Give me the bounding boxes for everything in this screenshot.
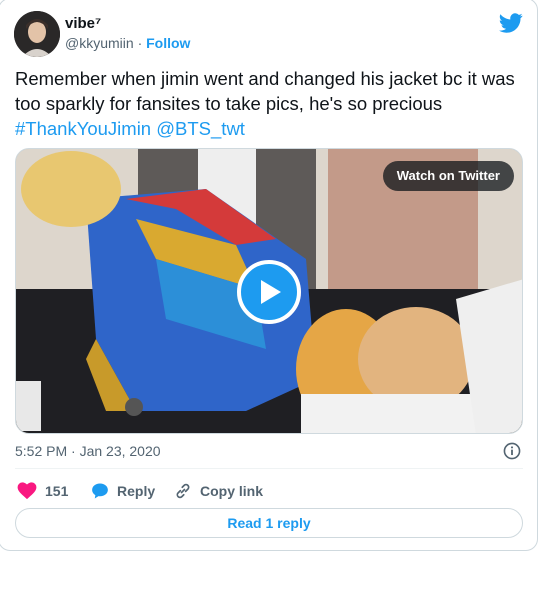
like-count: 151 bbox=[45, 483, 69, 499]
tweet-text: Remember when jimin went and changed his… bbox=[15, 66, 527, 141]
avatar-image bbox=[14, 11, 60, 57]
tweet-timestamp[interactable]: 5:52 PM · Jan 23, 2020 bbox=[15, 443, 161, 459]
tweet-card: vibe⁷ @kkyumiin · Follow Remember when j… bbox=[0, 0, 538, 551]
heart-icon bbox=[17, 482, 37, 500]
author-name[interactable]: vibe⁷ bbox=[65, 15, 101, 32]
reply-label: Reply bbox=[117, 483, 156, 499]
watch-on-twitter-button[interactable]: Watch on Twitter bbox=[382, 161, 514, 191]
twitter-bird-icon[interactable] bbox=[499, 11, 523, 35]
copy-link-label: Copy link bbox=[200, 483, 264, 499]
info-icon[interactable] bbox=[503, 442, 521, 460]
play-button[interactable] bbox=[237, 260, 301, 324]
mention-link[interactable]: @BTS_twt bbox=[156, 118, 245, 139]
author-handle[interactable]: @kkyumiin bbox=[65, 35, 134, 51]
like-action[interactable]: 151 bbox=[17, 481, 68, 501]
reply-action[interactable]: Reply bbox=[91, 481, 155, 501]
reply-bubble-icon bbox=[92, 483, 108, 499]
separator: · bbox=[137, 35, 143, 51]
hashtag-link[interactable]: #ThankYouJimin bbox=[15, 118, 151, 139]
play-icon bbox=[261, 280, 281, 304]
divider bbox=[15, 468, 523, 469]
copy-link-action[interactable]: Copy link bbox=[174, 481, 263, 501]
avatar[interactable] bbox=[14, 11, 60, 57]
video-thumbnail[interactable]: Watch on Twitter bbox=[15, 148, 523, 434]
read-reply-button[interactable]: Read 1 reply bbox=[15, 508, 523, 538]
author-meta: @kkyumiin · Follow bbox=[65, 35, 190, 51]
tweet-body: Remember when jimin went and changed his… bbox=[15, 68, 515, 114]
follow-button[interactable]: Follow bbox=[146, 35, 190, 51]
link-icon bbox=[176, 483, 190, 499]
